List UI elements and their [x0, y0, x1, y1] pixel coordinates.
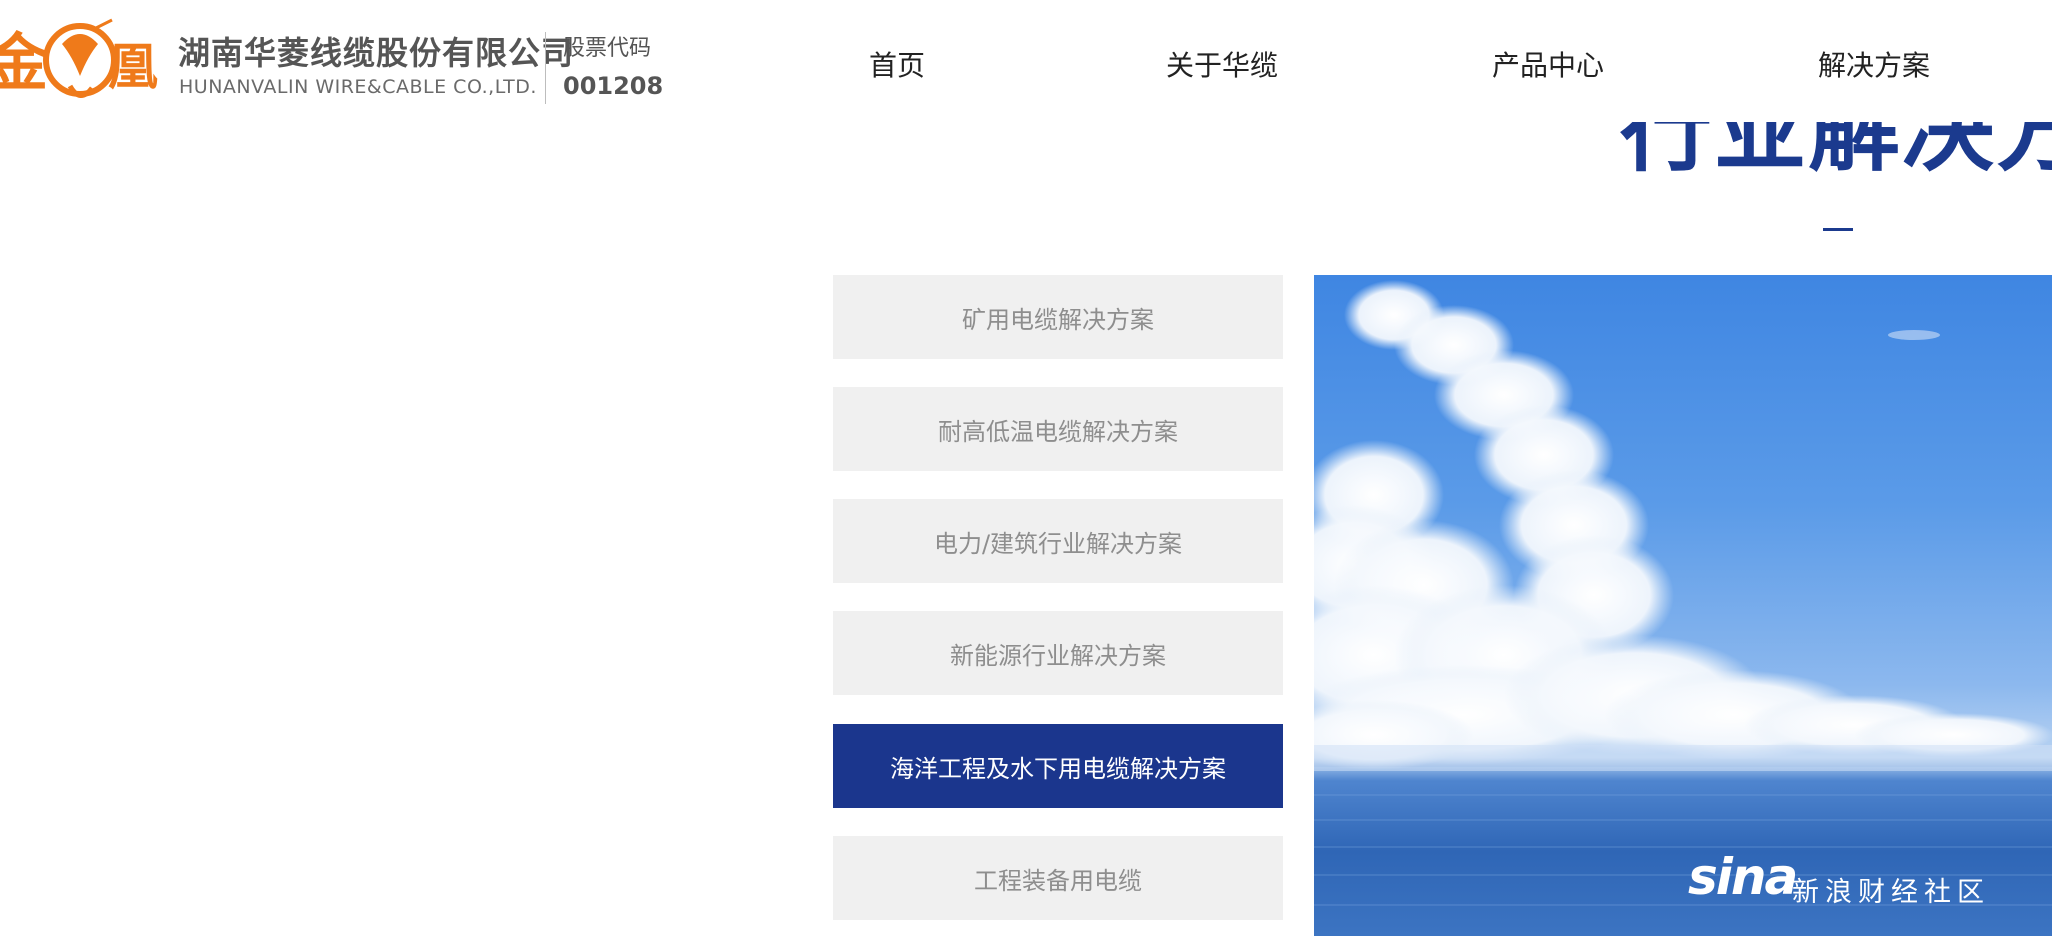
- section-title-clip: 行业解决方案: [1620, 122, 2052, 182]
- site-header: 金 凰 湖南华菱线缆股份有限公司 HUNANVALIN WIRE&CABLE C…: [0, 0, 2052, 122]
- section-title: 行业解决方案: [1620, 122, 2052, 182]
- solution-item-power-building[interactable]: 电力/建筑行业解决方案: [833, 499, 1283, 583]
- watermark-text: 新浪财经社区: [1792, 877, 1990, 908]
- nav-item-solutions[interactable]: 解决方案: [1818, 44, 1930, 84]
- phoenix-logo-icon: 金 凰: [0, 18, 158, 99]
- solution-item-temperature[interactable]: 耐高低温电缆解决方案: [833, 387, 1283, 471]
- svg-text:金: 金: [0, 26, 49, 99]
- logo-divider: [545, 32, 546, 104]
- solution-hero-image: [1314, 275, 2052, 936]
- company-logo[interactable]: 金 凰 湖南华菱线缆股份有限公司 HUNANVALIN WIRE&CABLE C…: [0, 14, 664, 110]
- svg-text:凰: 凰: [108, 38, 158, 96]
- page: 金 凰 湖南华菱线缆股份有限公司 HUNANVALIN WIRE&CABLE C…: [0, 0, 2052, 936]
- sina-watermark: sina 新浪财经社区: [1688, 842, 2018, 912]
- solution-item-equipment[interactable]: 工程装备用电缆: [833, 836, 1283, 920]
- nav-item-about[interactable]: 关于华缆: [1166, 44, 1278, 84]
- nav-item-home[interactable]: 首页: [869, 44, 925, 84]
- title-underline: [1823, 228, 1853, 231]
- nav-item-products[interactable]: 产品中心: [1492, 44, 1604, 84]
- company-name-cn: 湖南华菱线缆股份有限公司: [178, 34, 575, 72]
- company-name-en: HUNANVALIN WIRE&CABLE CO.,LTD.: [179, 76, 537, 98]
- sina-logo-icon: sina: [1688, 848, 1798, 906]
- solution-item-mining[interactable]: 矿用电缆解决方案: [833, 275, 1283, 359]
- solution-item-new-energy[interactable]: 新能源行业解决方案: [833, 611, 1283, 695]
- stock-code-label: 股票代码: [563, 36, 652, 61]
- sky-ocean-illustration: [1314, 280, 2052, 936]
- solution-item-marine[interactable]: 海洋工程及水下用电缆解决方案: [833, 724, 1283, 808]
- stock-code-value: 001208: [563, 72, 664, 100]
- main-nav: 首页 关于华缆 产品中心 解决方案: [800, 0, 2052, 122]
